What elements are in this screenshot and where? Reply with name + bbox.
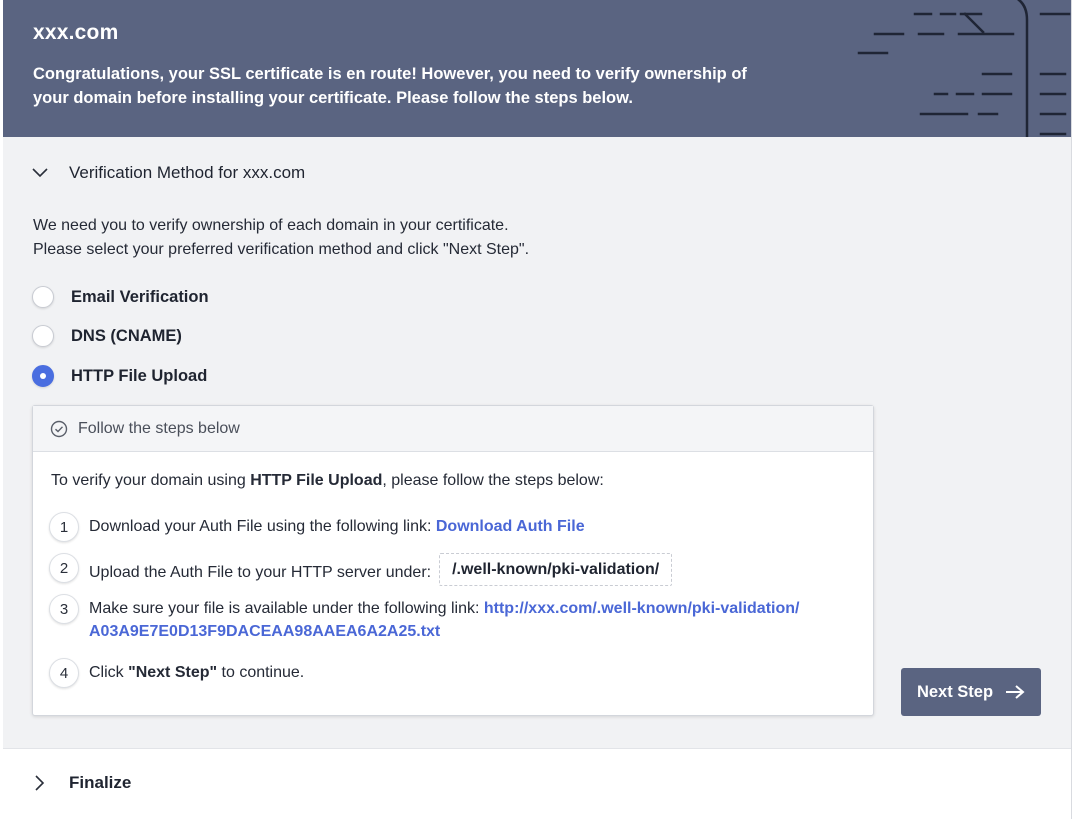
method-label: DNS (CNAME) bbox=[71, 326, 182, 345]
step-number: 2 bbox=[49, 553, 79, 583]
verification-section-title: Verification Method for xxx.com bbox=[69, 163, 306, 182]
header-message: Congratulations, your SSL certificate is… bbox=[33, 65, 747, 107]
step-2: 2 Upload the Auth File to your HTTP serv… bbox=[49, 553, 673, 589]
validation-path-box[interactable]: /.well-known/pki-validation/ bbox=[439, 553, 673, 586]
steps-card-header: Follow the steps below bbox=[33, 406, 873, 452]
steps-card: Follow the steps below To verify your do… bbox=[32, 405, 874, 716]
method-label: Email Verification bbox=[71, 287, 209, 306]
step-4-bold: "Next Step" bbox=[128, 664, 218, 681]
header-banner: xxx.com Congratulations, your SSL certif… bbox=[3, 0, 1071, 137]
step-1: 1 Download your Auth File using the foll… bbox=[49, 512, 585, 542]
finalize-section: Finalize bbox=[3, 748, 1071, 819]
next-step-button[interactable]: Next Step bbox=[901, 668, 1041, 716]
step-text: Make sure your file is available under t… bbox=[89, 594, 809, 643]
method-option-email[interactable]: Email Verification bbox=[32, 286, 209, 308]
method-label: HTTP File Upload bbox=[71, 366, 208, 385]
chevron-down-icon bbox=[32, 168, 48, 178]
method-option-http[interactable]: HTTP File Upload bbox=[32, 365, 207, 387]
method-option-dns[interactable]: DNS (CNAME) bbox=[32, 325, 182, 347]
radio-email-verification[interactable] bbox=[32, 286, 54, 308]
verification-section-toggle[interactable]: Verification Method for xxx.com bbox=[3, 155, 305, 191]
arrow-right-icon bbox=[1006, 685, 1025, 699]
ssl-verification-panel: xxx.com Congratulations, your SSL certif… bbox=[3, 0, 1072, 819]
step-4-prefix: Click bbox=[89, 664, 129, 681]
chevron-right-icon bbox=[35, 775, 45, 791]
domain-title: xxx.com bbox=[33, 21, 119, 44]
step-2-text: Upload the Auth File to your HTTP server… bbox=[89, 564, 432, 581]
steps-lead-method: HTTP File Upload bbox=[250, 472, 383, 489]
intro-line-1: We need you to verify ownership of each … bbox=[33, 217, 509, 234]
step-text: Click "Next Step" to continue. bbox=[89, 658, 304, 684]
steps-lead-suffix: , please follow the steps below: bbox=[382, 472, 604, 489]
finalize-section-toggle[interactable]: Finalize bbox=[3, 765, 131, 801]
radio-http-file-upload[interactable] bbox=[32, 365, 54, 387]
decorative-lines-graphic bbox=[857, 0, 1071, 137]
next-step-label: Next Step bbox=[916, 682, 994, 701]
step-3: 3 Make sure your file is available under… bbox=[49, 594, 809, 643]
step-text: Download your Auth File using the follow… bbox=[89, 512, 585, 538]
radio-dns-cname[interactable] bbox=[32, 325, 54, 347]
steps-card-title: Follow the steps below bbox=[78, 419, 240, 437]
step-number: 4 bbox=[49, 658, 79, 688]
finalize-section-title: Finalize bbox=[69, 773, 132, 792]
step-4: 4 Click "Next Step" to continue. bbox=[49, 658, 304, 688]
step-text: Upload the Auth File to your HTTP server… bbox=[89, 553, 673, 589]
verification-intro: We need you to verify ownership of each … bbox=[33, 214, 529, 262]
step-number: 3 bbox=[49, 594, 79, 624]
step-4-suffix: to continue. bbox=[217, 664, 305, 681]
step-1-text: Download your Auth File using the follow… bbox=[89, 518, 436, 535]
steps-lead-prefix: To verify your domain using bbox=[51, 472, 251, 489]
step-3-text: Make sure your file is available under t… bbox=[89, 600, 484, 617]
intro-line-2: Please select your preferred verificatio… bbox=[33, 241, 530, 258]
step-number: 1 bbox=[49, 512, 79, 542]
download-auth-file-link[interactable]: Download Auth File bbox=[436, 518, 585, 535]
check-circle-icon bbox=[50, 420, 68, 437]
steps-lead: To verify your domain using HTTP File Up… bbox=[51, 472, 604, 490]
